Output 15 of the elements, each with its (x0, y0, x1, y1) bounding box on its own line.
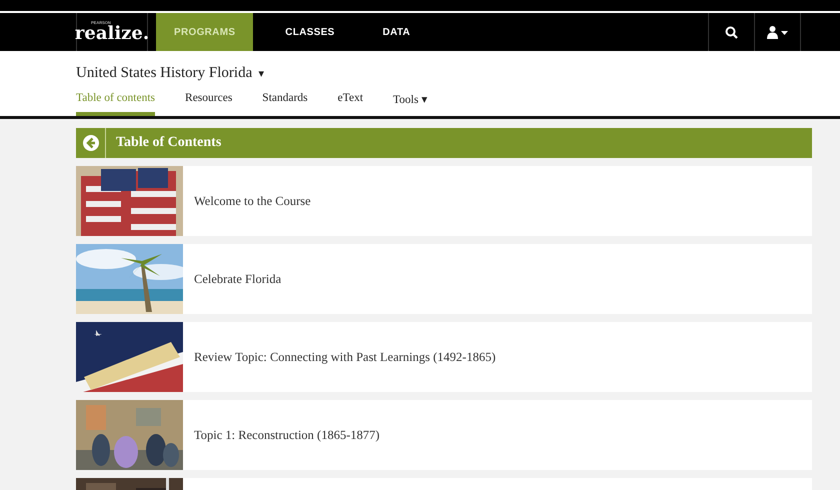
program-selector[interactable]: United States History Florida ▾ (76, 65, 840, 82)
toc-item[interactable]: Welcome to the Course (76, 166, 812, 236)
toc-item[interactable]: Review Topic: Connecting with Past Learnings (1492-1865) (76, 322, 812, 392)
toc-item[interactable]: Celebrate Florida (76, 244, 812, 314)
content-tab[interactable]: Standards (262, 92, 308, 116)
content-tab[interactable]: eText (338, 92, 364, 116)
section-title: Table of Contents (116, 135, 222, 151)
nav-tab[interactable]: DATA (366, 13, 426, 51)
content-tab[interactable]: Tools ▾ (393, 92, 428, 116)
user-icon (766, 26, 788, 38)
search-icon (725, 26, 738, 38)
nav-tab[interactable]: CLASSES (269, 13, 351, 51)
content-tab[interactable]: Resources (185, 92, 232, 116)
toc-item[interactable]: Topic 1: Reconstruction (1865-1877) (76, 400, 812, 470)
back-arrow-icon (82, 135, 98, 151)
